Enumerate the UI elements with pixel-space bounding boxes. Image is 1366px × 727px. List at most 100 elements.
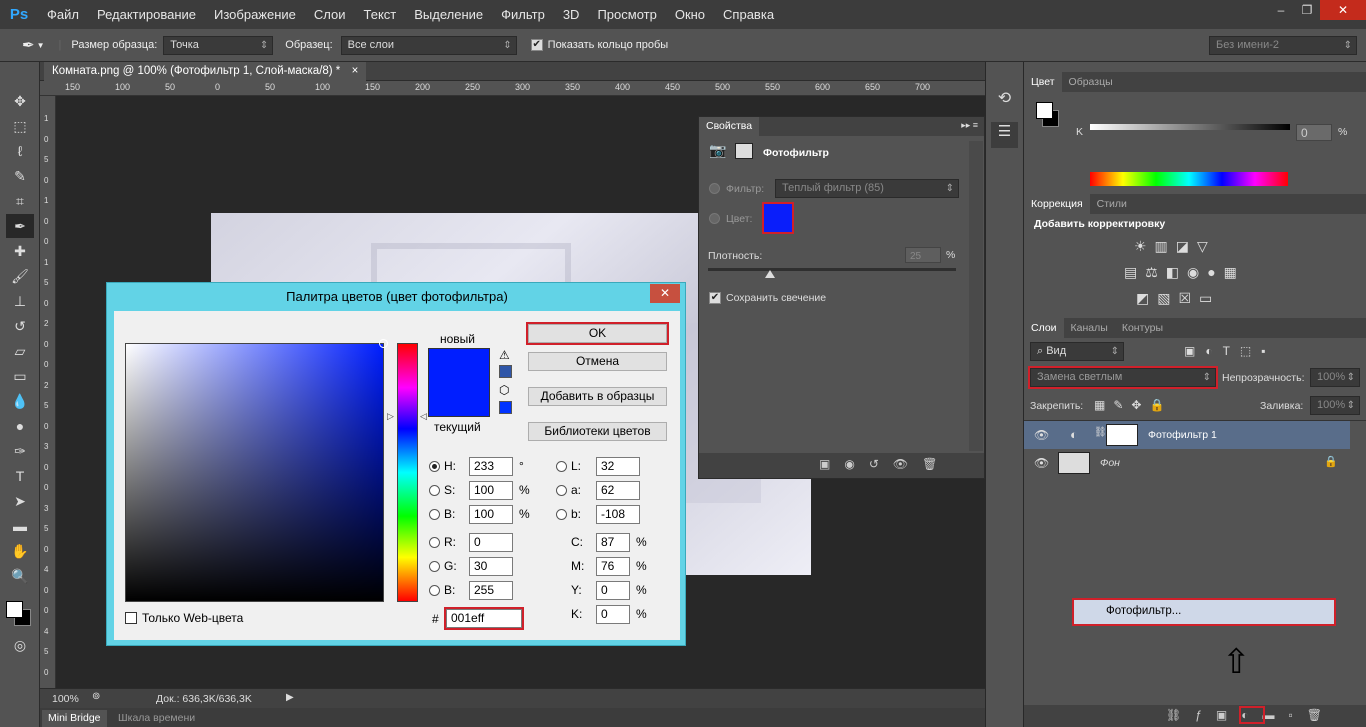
picker-cursor[interactable] bbox=[379, 339, 388, 348]
quick-mask-icon[interactable]: ◎ bbox=[6, 633, 34, 657]
hue-slider-left-arrow-icon[interactable]: ▷ bbox=[387, 411, 394, 422]
history-brush-tool-icon[interactable]: ↺ bbox=[6, 314, 34, 338]
crop-tool-icon[interactable]: ⌗ bbox=[6, 189, 34, 213]
adjustment-icons-row3[interactable]: ◩▧☒▭ bbox=[1136, 290, 1266, 307]
foreground-color[interactable] bbox=[6, 601, 23, 618]
rgb-radio[interactable] bbox=[429, 561, 440, 572]
layer-mask-thumbnail[interactable] bbox=[1106, 424, 1138, 446]
filter-select[interactable]: Теплый фильтр (85) bbox=[775, 179, 959, 198]
layer-name[interactable]: Фон bbox=[1100, 457, 1120, 469]
menu-item[interactable]: Справка bbox=[714, 7, 783, 22]
clip-to-layer-icon[interactable]: ▣ bbox=[819, 457, 844, 471]
healing-brush-tool-icon[interactable]: ✚ bbox=[6, 239, 34, 263]
minimize-icon[interactable]: – bbox=[1268, 0, 1294, 20]
tab-color[interactable]: Цвет bbox=[1024, 72, 1062, 92]
hsb-field[interactable]: 100 bbox=[469, 481, 513, 500]
status-icon[interactable]: ⊚ bbox=[92, 691, 100, 702]
lab-field[interactable]: -108 bbox=[596, 505, 640, 524]
dialog-close-icon[interactable]: ✕ bbox=[650, 284, 680, 303]
gradient-tool-icon[interactable]: ▭ bbox=[6, 364, 34, 388]
menu-item[interactable]: Редактирование bbox=[88, 7, 205, 22]
color-ramp[interactable] bbox=[1090, 172, 1288, 186]
layer-thumbnail[interactable] bbox=[1058, 452, 1090, 474]
zoom-level[interactable]: 100% bbox=[52, 693, 79, 705]
menu-item[interactable]: Текст bbox=[355, 7, 406, 22]
delete-icon[interactable]: 🗑 bbox=[922, 457, 951, 471]
layer-name[interactable]: Фотофильтр 1 bbox=[1148, 429, 1217, 441]
rgb-radio[interactable] bbox=[429, 585, 440, 596]
blur-tool-icon[interactable]: 💧 bbox=[6, 389, 34, 413]
layer-filter-select[interactable]: ⌕ Вид bbox=[1030, 342, 1124, 361]
tab-styles[interactable]: Стили bbox=[1090, 194, 1134, 214]
menu-item[interactable]: Фильтр bbox=[492, 7, 554, 22]
cmyk-field[interactable]: 0 bbox=[596, 581, 630, 600]
tab-adjustments[interactable]: Коррекция bbox=[1024, 194, 1090, 214]
eyedropper-icon[interactable]: ✒ bbox=[22, 36, 35, 54]
hue-slider[interactable] bbox=[397, 343, 418, 602]
tab-mini-bridge[interactable]: Mini Bridge bbox=[42, 710, 107, 727]
preserve-luminosity-checkbox[interactable]: ✔ bbox=[709, 292, 721, 304]
tab-layers[interactable]: Слои bbox=[1024, 318, 1064, 338]
web-colors-only-checkbox[interactable] bbox=[125, 612, 137, 624]
workspace-select[interactable]: Без имени-2 bbox=[1209, 36, 1357, 55]
mask-link-icon[interactable]: ⛓ bbox=[1094, 427, 1107, 438]
link-layers-icon[interactable]: ⛓ bbox=[1166, 708, 1195, 722]
rgb-field[interactable]: 255 bbox=[469, 581, 513, 600]
color-swatch[interactable] bbox=[762, 202, 794, 234]
density-field[interactable]: 25 bbox=[905, 247, 941, 263]
new-group-icon[interactable]: ▬ bbox=[1263, 708, 1289, 722]
pen-tool-icon[interactable]: ✑ bbox=[6, 439, 34, 463]
reset-icon[interactable]: ↺ bbox=[869, 457, 893, 471]
tool-preset-arrow-icon[interactable]: ▼ bbox=[37, 41, 45, 50]
color-radio[interactable] bbox=[709, 213, 720, 224]
k-slider[interactable] bbox=[1090, 124, 1290, 130]
context-menu-photofilter[interactable]: Фотофильтр... bbox=[1072, 598, 1336, 626]
hue-slider-right-arrow-icon[interactable]: ◁ bbox=[420, 411, 427, 422]
add-mask-icon[interactable]: ▣ bbox=[1216, 708, 1241, 722]
adjustment-icons-row2[interactable]: ▤⚖◧◉●▦ bbox=[1124, 264, 1284, 281]
rectangle-tool-icon[interactable]: ▬ bbox=[6, 514, 34, 538]
density-slider-thumb[interactable] bbox=[765, 270, 775, 278]
tab-paths[interactable]: Контуры bbox=[1115, 318, 1170, 338]
mask-icon[interactable] bbox=[735, 143, 753, 159]
show-ring-checkbox[interactable]: ✔ bbox=[530, 39, 543, 51]
gamut-swatch[interactable] bbox=[499, 365, 512, 378]
lock-icons[interactable]: ▦✎✥🔒 bbox=[1094, 398, 1172, 412]
menu-item[interactable]: 3D bbox=[554, 7, 589, 22]
lasso-tool-icon[interactable]: ℓ bbox=[6, 139, 34, 163]
tab-timeline[interactable]: Шкала времени bbox=[112, 710, 201, 727]
web-safe-swatch[interactable] bbox=[499, 401, 512, 414]
visibility-eye-icon[interactable]: 👁 bbox=[1034, 456, 1049, 470]
color-panel-foreground[interactable] bbox=[1036, 102, 1053, 119]
k-value-field[interactable]: 0 bbox=[1296, 124, 1332, 141]
color-swatches[interactable] bbox=[0, 589, 39, 629]
hsb-field[interactable]: 100 bbox=[469, 505, 513, 524]
document-tab[interactable]: Комната.png @ 100% (Фотофильтр 1, Слой-м… bbox=[44, 62, 367, 81]
hand-tool-icon[interactable]: ✋ bbox=[6, 539, 34, 563]
rgb-field[interactable]: 0 bbox=[469, 533, 513, 552]
properties-scrollbar[interactable] bbox=[969, 141, 983, 451]
type-tool-icon[interactable]: T bbox=[6, 464, 34, 488]
menu-item[interactable]: Окно bbox=[666, 7, 714, 22]
close-tab-icon[interactable]: × bbox=[352, 62, 359, 81]
web-safe-cube-icon[interactable]: ⬡ bbox=[499, 383, 509, 397]
hsb-field[interactable]: 233 bbox=[469, 457, 513, 476]
cmyk-field[interactable]: 0 bbox=[596, 605, 630, 624]
ok-button[interactable]: OK bbox=[526, 322, 669, 345]
delete-layer-icon[interactable]: 🗑 bbox=[1307, 708, 1336, 722]
hsb-radio[interactable] bbox=[429, 509, 440, 520]
clone-stamp-tool-icon[interactable]: ⊥ bbox=[6, 289, 34, 313]
menu-item[interactable]: Выделение bbox=[405, 7, 492, 22]
color-libraries-button[interactable]: Библиотеки цветов bbox=[528, 422, 667, 441]
lab-field[interactable]: 32 bbox=[596, 457, 640, 476]
layer-row-background[interactable]: 👁 Фон 🔒 bbox=[1024, 449, 1350, 477]
status-menu-arrow-icon[interactable]: ▶ bbox=[286, 692, 294, 703]
tab-properties[interactable]: Свойства bbox=[699, 117, 760, 136]
saturation-brightness-field[interactable] bbox=[125, 339, 388, 602]
tab-swatches[interactable]: Образцы bbox=[1062, 72, 1120, 92]
eyedropper-tool-icon[interactable]: ✒ bbox=[6, 214, 34, 238]
filter-radio[interactable] bbox=[709, 183, 720, 194]
lab-radio[interactable] bbox=[556, 461, 567, 472]
layer-filter-icons[interactable]: ▣◐T⬚▪ bbox=[1184, 344, 1276, 358]
quick-selection-tool-icon[interactable]: ✎ bbox=[6, 164, 34, 188]
